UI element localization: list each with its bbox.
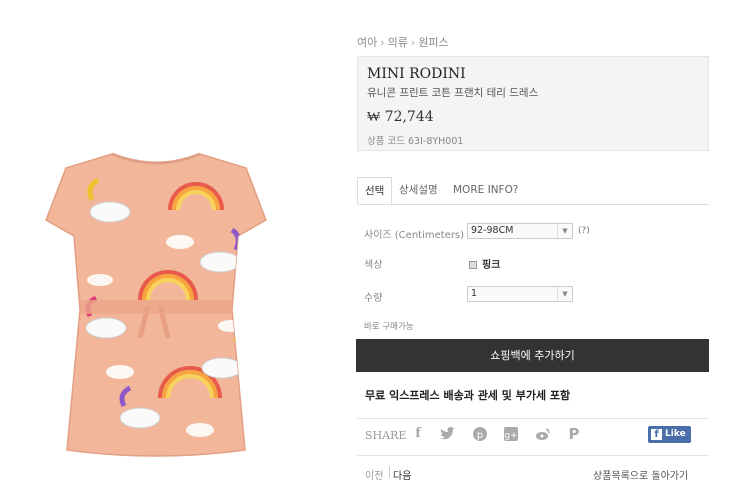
size-help-link[interactable]: (?)	[578, 226, 590, 236]
google-plus-icon[interactable]: g+	[502, 424, 520, 444]
tab-more-info[interactable]: MORE INFO?	[446, 177, 525, 204]
product-brand[interactable]: MINI RODINI	[367, 66, 466, 82]
color-swatch-icon	[469, 261, 477, 269]
add-to-bag-button[interactable]: 쇼핑백에 추가하기	[356, 339, 709, 372]
tab-select[interactable]: 선택	[357, 177, 393, 204]
size-select[interactable]: 92-98CM ▼	[467, 223, 573, 239]
facebook-logo-icon: f	[651, 429, 662, 440]
product-price: ₩ 72,744	[367, 109, 434, 125]
product-code: 상품 코드 63I-8YH001	[367, 136, 464, 147]
quantity-value: 1	[471, 288, 478, 299]
weibo-icon[interactable]	[534, 424, 552, 444]
chevron-down-icon: ▼	[557, 224, 572, 238]
back-to-list-link[interactable]: 상품목록으로 돌아가기	[593, 467, 688, 482]
facebook-icon[interactable]: f	[409, 424, 427, 444]
previous-link[interactable]: 이전	[365, 467, 383, 482]
divider	[357, 455, 709, 456]
svg-text:g+: g+	[504, 431, 517, 441]
breadcrumb-item-dresses[interactable]: 원피스	[418, 36, 448, 49]
facebook-like-button[interactable]: f Like	[648, 426, 691, 443]
product-tabs: 선택 상세설명 MORE INFO?	[357, 177, 709, 205]
divider	[357, 418, 709, 419]
share-label: SHARE	[365, 429, 407, 442]
size-value: 92-98CM	[471, 225, 514, 236]
color-option[interactable]: 핑크	[469, 256, 500, 271]
twitter-icon[interactable]	[438, 424, 456, 444]
quantity-label: 수량	[364, 293, 383, 304]
next-link[interactable]: 다음	[393, 467, 411, 482]
p-icon[interactable]: P	[565, 424, 583, 444]
quantity-select[interactable]: 1 ▼	[467, 286, 573, 302]
color-label: 색상	[364, 260, 383, 271]
svg-text:p: p	[477, 430, 483, 441]
nav-separator	[389, 466, 390, 478]
breadcrumb-item-girls[interactable]: 여아	[357, 36, 377, 49]
product-info-box: MINI RODINI 유니콘 프린트 코튼 프랜치 테리 드레스 ₩ 72,7…	[357, 56, 709, 151]
color-value: 핑크	[482, 260, 501, 271]
breadcrumb: 여아 › 의류 › 원피스	[357, 36, 449, 49]
shipping-note: 무료 익스프레스 배송과 관세 및 부가세 포함	[365, 389, 571, 402]
breadcrumb-item-clothing[interactable]: 의류	[388, 36, 408, 49]
product-name: 유니콘 프린트 코튼 프랜치 테리 드레스	[367, 87, 539, 99]
size-label: 사이즈 (Centimeters)	[364, 230, 465, 241]
like-label: Like	[665, 429, 686, 439]
pinterest-icon[interactable]: p	[471, 424, 489, 444]
availability-note: 바로 구매가능	[364, 322, 414, 332]
tab-details[interactable]: 상세설명	[392, 177, 445, 204]
chevron-down-icon: ▼	[557, 287, 572, 301]
product-image	[40, 150, 272, 460]
